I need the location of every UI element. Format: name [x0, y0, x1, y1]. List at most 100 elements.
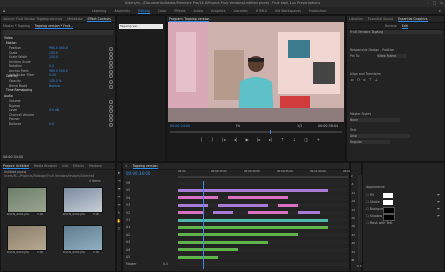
align-right-icon[interactable]: ⊐	[363, 78, 366, 83]
property-value[interactable]: 0.00	[49, 73, 56, 77]
align-center-icon[interactable]: ⊓	[357, 78, 360, 83]
essential-graphics-tab[interactable]: Essential Graphics	[398, 17, 428, 22]
track-label[interactable]: V3	[126, 203, 146, 207]
stroke-color-swatch[interactable]	[383, 200, 393, 205]
timeline-clip[interactable]	[278, 203, 298, 207]
keyframe-toggle-icon[interactable]	[109, 60, 113, 65]
timeline-ruler[interactable]: 00:00 00:00:15:00 00:00:30:00 00:00:45:00 00…	[178, 170, 359, 175]
workspace-tab[interactable]: Libraries	[233, 9, 247, 13]
keyframe-toggle-icon[interactable]	[109, 113, 113, 118]
property-value[interactable]: 0.0	[49, 64, 54, 68]
background-checkbox[interactable]: ☐	[366, 207, 369, 211]
keyframe-toggle-icon[interactable]	[109, 69, 113, 74]
go-to-in-icon[interactable]: |◂	[222, 137, 225, 143]
background-color-swatch[interactable]	[383, 207, 395, 214]
workspace-tab[interactable]: Vid Workspaces	[275, 9, 301, 13]
slip-tool-icon[interactable]: ↔	[117, 203, 120, 207]
keyframe-toggle-icon[interactable]	[109, 47, 113, 51]
stroke-checkbox[interactable]: ☐	[366, 200, 369, 204]
fill-color-swatch[interactable]	[383, 193, 393, 198]
timeline-playhead[interactable]	[203, 181, 204, 269]
property-value[interactable]: 100.0 %	[49, 79, 62, 83]
timeline-clip[interactable]	[218, 203, 268, 207]
subtab-sequence[interactable]: Tagalog version * Fruit...	[34, 24, 74, 29]
fit-dropdown[interactable]: Fit	[236, 124, 240, 128]
meter-solo-left[interactable]: S	[357, 264, 359, 268]
search-icon[interactable]: ⌕	[439, 8, 441, 13]
font-style-dropdown[interactable]: Regular	[350, 140, 390, 144]
timeline-clip[interactable]	[178, 225, 328, 229]
project-tab[interactable]: Project: Untitled	[3, 164, 29, 169]
mark-out-icon[interactable]: }	[211, 137, 214, 143]
track-label[interactable]: V6	[126, 181, 146, 185]
fill-checkbox[interactable]: ☐	[366, 193, 369, 197]
workspace-tab[interactable]: Color	[158, 9, 167, 13]
workspace-tab[interactable]: HTML5	[256, 9, 267, 13]
program-scrubber[interactable]	[170, 130, 342, 134]
keyframe-toggle-icon[interactable]	[109, 51, 113, 56]
source-clip-bar[interactable]: Tagalog ver...	[119, 24, 163, 29]
close-icon[interactable]: ×	[440, 0, 443, 7]
keyframe-toggle-icon[interactable]	[109, 80, 113, 84]
workspace-tab[interactable]: Editing	[138, 9, 150, 14]
track-label[interactable]: Master	[126, 262, 146, 266]
shadow-color-swatch[interactable]	[383, 214, 395, 221]
property-value[interactable]: 0.0	[49, 122, 54, 126]
track-label[interactable]: A5	[126, 255, 146, 259]
timeline-clip[interactable]	[298, 211, 320, 215]
align-top-icon[interactable]: ⊤	[369, 78, 372, 83]
align-middle-icon[interactable]: ⊥	[375, 78, 378, 83]
effect-controls-tab[interactable]: Source: Fruit Vendor Tagalog ver.mov	[3, 17, 62, 21]
timeline-clip[interactable]	[178, 196, 218, 200]
section-opacity[interactable]: Opacity	[6, 74, 18, 78]
program-playhead[interactable]	[269, 130, 271, 134]
project-tab[interactable]: Info	[62, 164, 68, 168]
keyframe-toggle-icon[interactable]	[109, 56, 113, 60]
section-time-remapping[interactable]: Time Remapping	[6, 88, 32, 92]
eyedropper-icon[interactable]: ✒	[437, 214, 440, 218]
workspace-tab[interactable]: Effects	[174, 9, 185, 13]
media-thumbnail[interactable]	[7, 187, 47, 213]
timeline-clip[interactable]	[178, 248, 238, 252]
timeline-clip[interactable]	[178, 211, 203, 215]
media-thumbnail[interactable]	[7, 225, 47, 251]
tab-edit[interactable]: Edit	[401, 24, 408, 29]
timeline-clip[interactable]	[228, 196, 288, 200]
selection-tool-icon[interactable]: ➤	[117, 171, 120, 175]
pin-to-dropdown[interactable]: Video Frame	[377, 54, 407, 58]
font-dropdown[interactable]: Arial	[350, 134, 410, 138]
essential-graphics-tab[interactable]: Essential Sound	[368, 17, 393, 21]
play-icon[interactable]: ▶	[246, 137, 249, 143]
subtab-master[interactable]: Master * Tagalog	[3, 24, 30, 28]
media-thumbnail[interactable]	[63, 225, 103, 251]
shadow-checkbox[interactable]: ☐	[366, 214, 369, 218]
maximize-icon[interactable]: □	[433, 0, 436, 7]
keyframe-toggle-icon[interactable]	[109, 118, 113, 122]
eyedropper-icon[interactable]: ✒	[437, 207, 440, 211]
property-value[interactable]: 0.0 dB	[49, 108, 59, 112]
align-left-icon[interactable]: ⊏	[351, 78, 354, 83]
mask-checkbox[interactable]: ☐	[366, 221, 369, 225]
timeline-clip[interactable]	[213, 211, 233, 215]
effect-controls-tab[interactable]: Effect Controls	[87, 17, 111, 22]
workspace-tab[interactable]: Assembly	[114, 9, 130, 13]
keyframe-toggle-icon[interactable]	[109, 74, 113, 78]
keyframe-toggle-icon[interactable]	[109, 65, 113, 69]
timeline-clip[interactable]	[248, 211, 288, 215]
keyframe-toggle-icon[interactable]	[109, 84, 113, 89]
property-value[interactable]: 960.0 540.0	[49, 69, 68, 73]
track-label[interactable]: A4	[126, 248, 146, 252]
extract-icon[interactable]: ⇣	[293, 137, 296, 143]
ripple-edit-icon[interactable]: ⇹	[117, 187, 120, 191]
keyframe-toggle-icon[interactable]	[109, 104, 113, 109]
type-tool-icon[interactable]: T	[118, 227, 120, 231]
property-value[interactable]: 100.0	[49, 51, 58, 55]
timeline-clip[interactable]	[178, 240, 268, 244]
program-timecode-current[interactable]: 00:00:34:00	[170, 124, 190, 128]
razor-tool-icon[interactable]: ✂	[117, 195, 120, 199]
add-button-icon[interactable]: +	[317, 137, 320, 143]
master-volume-value[interactable]: 0.0	[163, 262, 168, 266]
lift-icon[interactable]: ⇡	[281, 137, 284, 143]
tab-browse[interactable]: Browse	[385, 24, 397, 28]
effect-controls-tab[interactable]: Metadata	[67, 17, 82, 21]
